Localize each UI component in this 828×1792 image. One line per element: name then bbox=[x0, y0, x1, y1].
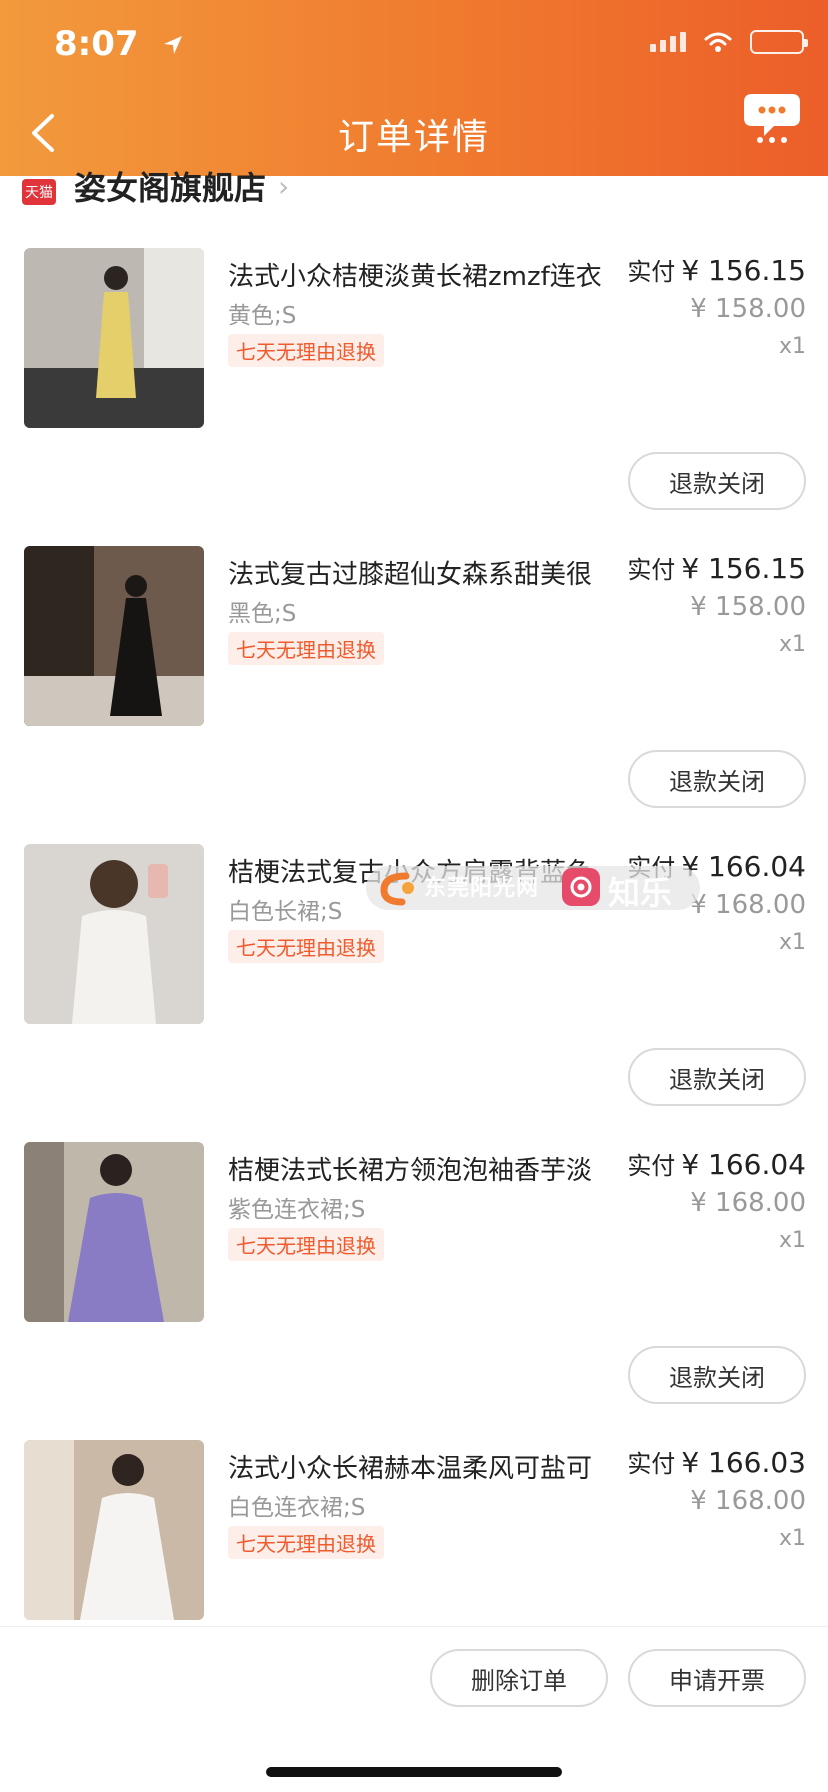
original-price: ¥ 168.00 bbox=[690, 1486, 806, 1516]
product-title[interactable]: 法式小众桔梗淡黄长裙zmzf连衣 bbox=[228, 256, 608, 293]
page-title: 订单详情 bbox=[337, 117, 490, 158]
product-image[interactable] bbox=[24, 1440, 204, 1620]
paid-price: 实付 ¥ 156.15 bbox=[627, 552, 806, 585]
message-more-icon[interactable] bbox=[740, 88, 804, 144]
quantity: x1 bbox=[778, 1228, 806, 1253]
status-icons bbox=[650, 30, 808, 54]
home-indicator bbox=[266, 1767, 562, 1777]
refund-closed-button[interactable]: 退款关闭 bbox=[628, 452, 806, 510]
return-policy-tag: 七天无理由退换 bbox=[228, 930, 384, 963]
status-time: 8:07 bbox=[54, 24, 139, 64]
order-item[interactable]: 法式复古过膝超仙女森系甜美很 黑色;S 七天无理由退换 实付 ¥ 156.15 ¥… bbox=[0, 546, 828, 842]
request-invoice-button[interactable]: 申请开票 bbox=[628, 1649, 806, 1707]
quantity: x1 bbox=[778, 632, 806, 657]
chevron-right-icon: › bbox=[278, 169, 290, 203]
product-title[interactable]: 法式复古过膝超仙女森系甜美很 bbox=[228, 554, 608, 591]
original-price: ¥ 168.00 bbox=[690, 890, 806, 920]
return-policy-tag: 七天无理由退换 bbox=[228, 334, 384, 367]
quantity: x1 bbox=[778, 334, 806, 359]
product-image[interactable] bbox=[24, 248, 204, 428]
tmall-badge: 天猫 bbox=[22, 179, 56, 205]
quantity: x1 bbox=[778, 1526, 806, 1551]
refund-closed-button[interactable]: 退款关闭 bbox=[628, 750, 806, 808]
order-item[interactable]: 法式小众桔梗淡黄长裙zmzf连衣 黄色;S 七天无理由退换 实付 ¥ 156.15… bbox=[0, 248, 828, 544]
original-price: ¥ 158.00 bbox=[690, 294, 806, 324]
watermark-text-2: 知乐云 bbox=[608, 874, 673, 958]
watermark-text: 东莞阳光网 bbox=[424, 876, 540, 901]
header-bar: 8:07 订单详情 bbox=[0, 0, 828, 176]
paid-price: 实付 ¥ 156.15 bbox=[627, 254, 806, 287]
product-sku: 白色连衣裙;S bbox=[228, 1495, 366, 1521]
return-policy-tag: 七天无理由退换 bbox=[228, 632, 384, 665]
signal-icon bbox=[650, 32, 686, 52]
refund-closed-button[interactable]: 退款关闭 bbox=[628, 1048, 806, 1106]
watermark-logo-icon bbox=[380, 872, 414, 906]
paid-price: 实付 ¥ 166.03 bbox=[627, 1446, 806, 1479]
product-sku: 黄色;S bbox=[228, 303, 297, 329]
product-image[interactable] bbox=[24, 546, 204, 726]
product-sku: 白色长裙;S bbox=[228, 899, 343, 925]
product-image[interactable] bbox=[24, 1142, 204, 1322]
paid-price: 实付¥ 166.04 bbox=[627, 1148, 806, 1181]
refund-closed-button[interactable]: 退款关闭 bbox=[628, 1346, 806, 1404]
watermark: 东莞阳光网 知乐云 bbox=[366, 866, 700, 958]
battery-icon bbox=[750, 30, 808, 54]
wifi-icon bbox=[704, 32, 732, 52]
return-policy-tag: 七天无理由退换 bbox=[228, 1228, 384, 1261]
quantity: x1 bbox=[778, 930, 806, 955]
product-sku: 黑色;S bbox=[228, 601, 297, 627]
return-policy-tag: 七天无理由退换 bbox=[228, 1526, 384, 1559]
product-sku: 紫色连衣裙;S bbox=[228, 1197, 366, 1223]
order-item[interactable]: 桔梗法式长裙方领泡泡袖香芋淡 紫色连衣裙;S 七天无理由退换 实付 ¥ 166.0… bbox=[0, 1142, 828, 1438]
store-link[interactable]: 天猫 姿女阁旗舰店 › bbox=[22, 169, 622, 208]
location-arrow-icon bbox=[164, 36, 182, 54]
store-name: 姿女阁旗舰店 bbox=[74, 169, 267, 207]
product-image[interactable] bbox=[24, 844, 204, 1024]
delete-order-button[interactable]: 删除订单 bbox=[430, 1649, 608, 1707]
watermark-eye-icon bbox=[562, 868, 600, 906]
original-price: ¥ 158.00 bbox=[690, 592, 806, 622]
bottom-action-bar: 删除订单 申请开票 bbox=[0, 1626, 828, 1792]
product-title[interactable]: 桔梗法式长裙方领泡泡袖香芋淡 bbox=[228, 1150, 608, 1187]
original-price: ¥ 168.00 bbox=[690, 1188, 806, 1218]
product-title[interactable]: 法式小众长裙赫本温柔风可盐可 bbox=[228, 1448, 608, 1485]
